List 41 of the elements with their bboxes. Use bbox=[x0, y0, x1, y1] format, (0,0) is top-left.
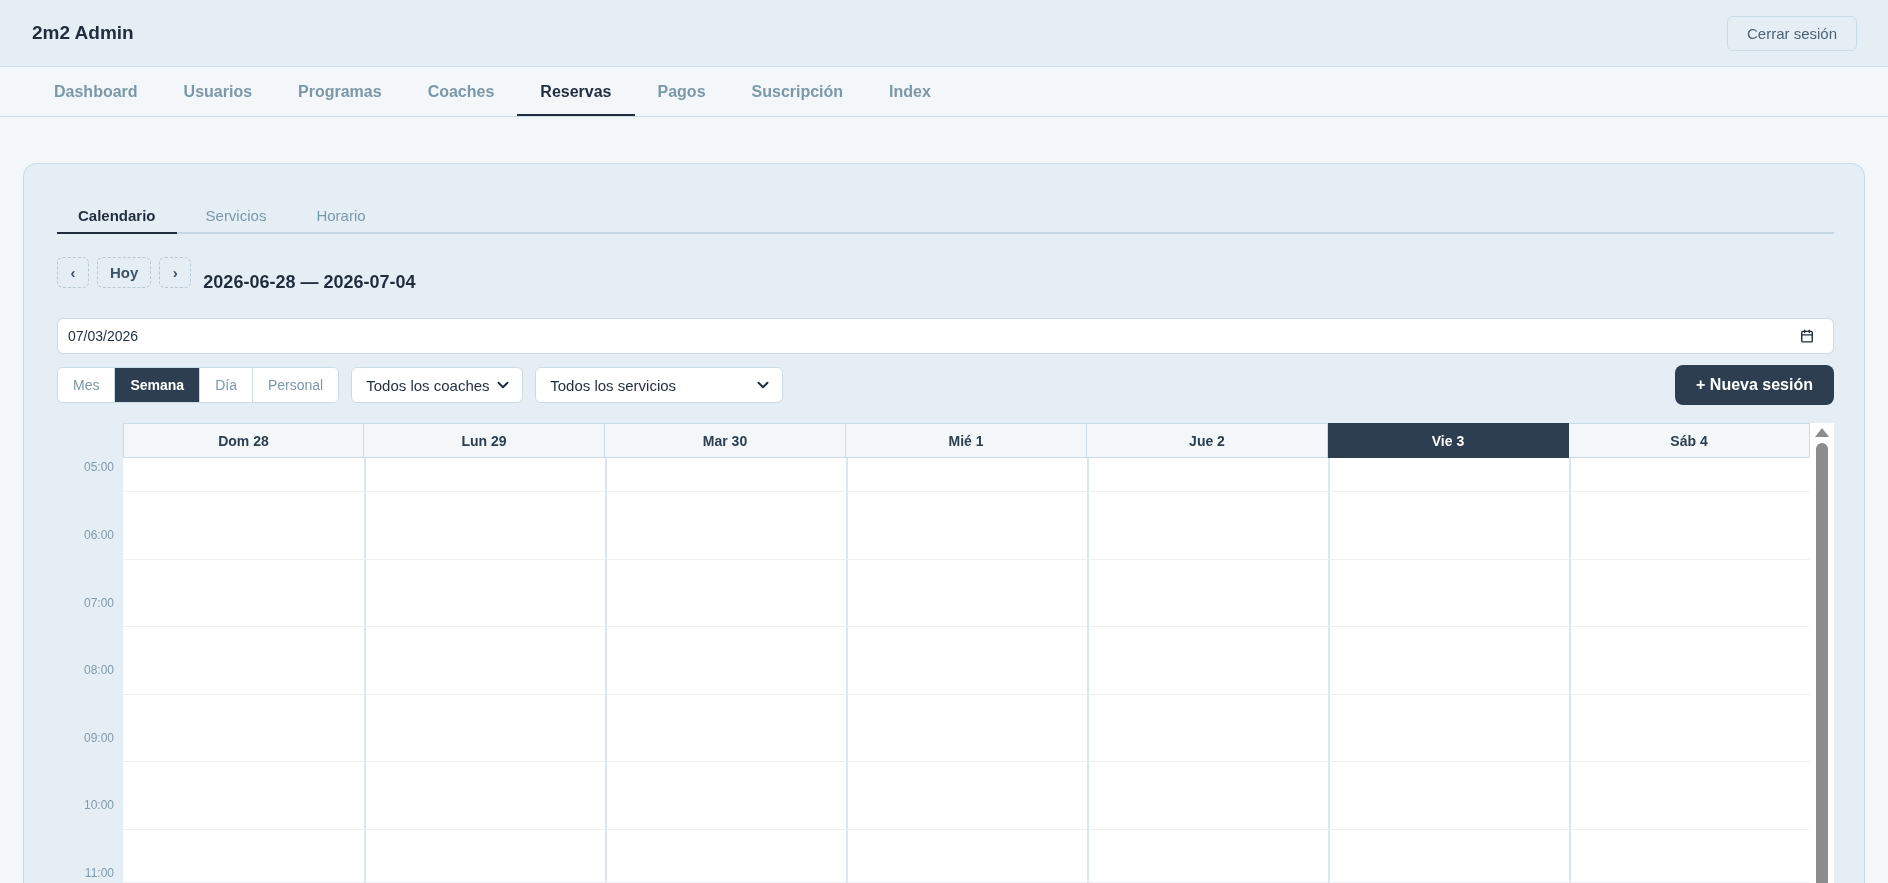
date-field[interactable]: 07/03/2026 bbox=[57, 318, 1834, 354]
logout-button[interactable]: Cerrar sesión bbox=[1726, 15, 1857, 51]
filter-dropdown[interactable]: Todos los coaches bbox=[351, 367, 524, 403]
time-label: 05:00 bbox=[83, 460, 114, 474]
section-tab[interactable]: Calendario bbox=[57, 199, 177, 234]
time-label: 10:00 bbox=[83, 798, 114, 812]
nav-tab[interactable]: Reservas bbox=[517, 67, 635, 116]
view-button[interactable]: Semana bbox=[114, 368, 200, 402]
time-label: 07:00 bbox=[83, 595, 114, 610]
scroll-up-arrow-icon[interactable] bbox=[1815, 428, 1829, 437]
nav-tab[interactable]: Coaches bbox=[404, 67, 518, 116]
nav-tab[interactable]: Index bbox=[866, 67, 954, 116]
next-button[interactable]: › bbox=[159, 257, 192, 288]
scrollbar[interactable] bbox=[1810, 423, 1834, 883]
day-header: Mié 1 bbox=[846, 423, 1087, 458]
view-button[interactable]: Personal bbox=[251, 368, 339, 402]
calendar-icon bbox=[1800, 329, 1814, 343]
filter-dropdown[interactable]: Todos los servicios bbox=[535, 367, 784, 403]
time-label: 06:00 bbox=[83, 528, 114, 542]
time-label: 08:00 bbox=[83, 663, 114, 677]
nav-tab[interactable]: Suscripción bbox=[728, 67, 867, 116]
day-header: Mar 30 bbox=[605, 423, 846, 458]
day-header: Vie 3 bbox=[1328, 423, 1569, 458]
section-tab[interactable]: Servicios bbox=[184, 199, 288, 234]
scrollbar-thumb[interactable] bbox=[1816, 443, 1828, 883]
date-range-title: 2026-06-28 — 2026-07-04 bbox=[203, 271, 416, 293]
app-title: 2m2 Admin bbox=[32, 22, 134, 44]
day-header: Lun 29 bbox=[364, 423, 605, 458]
day-header: Sáb 4 bbox=[1569, 423, 1810, 458]
nav-tab[interactable]: Programas bbox=[275, 67, 405, 116]
nav-tab[interactable]: Usuarios bbox=[160, 67, 276, 116]
time-label: 11:00 bbox=[84, 865, 114, 880]
previous-button[interactable]: ‹ bbox=[57, 257, 89, 288]
section-tab[interactable]: Horario bbox=[295, 199, 387, 234]
day-header: Dom 28 bbox=[123, 423, 364, 458]
time-label: 09:00 bbox=[83, 730, 114, 745]
nav-tab[interactable]: Dashboard bbox=[31, 67, 161, 116]
today-button[interactable]: Hoy bbox=[97, 257, 152, 288]
day-header: Jue 2 bbox=[1087, 423, 1328, 458]
nav-tab[interactable]: Pagos bbox=[634, 67, 729, 116]
new-session-button[interactable]: + Nueva sesión bbox=[1675, 365, 1834, 405]
